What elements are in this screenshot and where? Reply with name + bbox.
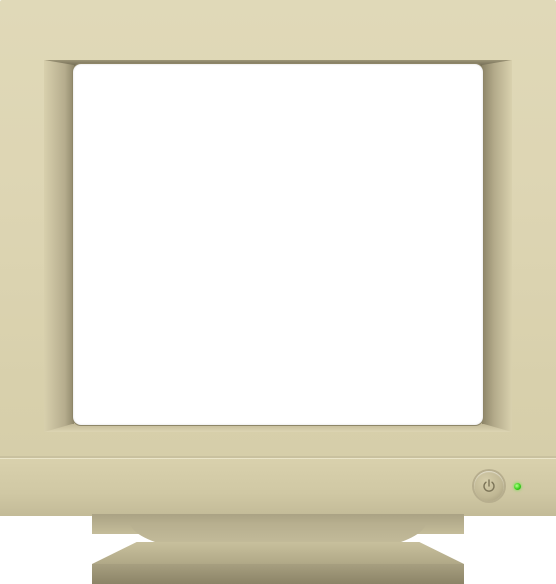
power-led	[514, 483, 521, 490]
screen-recess-left	[44, 60, 74, 432]
stand-top	[92, 542, 464, 564]
power-icon	[483, 479, 495, 492]
crt-monitor	[0, 0, 556, 584]
power-button[interactable]	[474, 471, 504, 501]
monitor-screen	[73, 64, 483, 425]
screen-recess-bottom	[44, 424, 512, 432]
control-strip	[0, 456, 556, 516]
stand-base	[92, 564, 464, 584]
screen-recess-right	[482, 60, 512, 432]
